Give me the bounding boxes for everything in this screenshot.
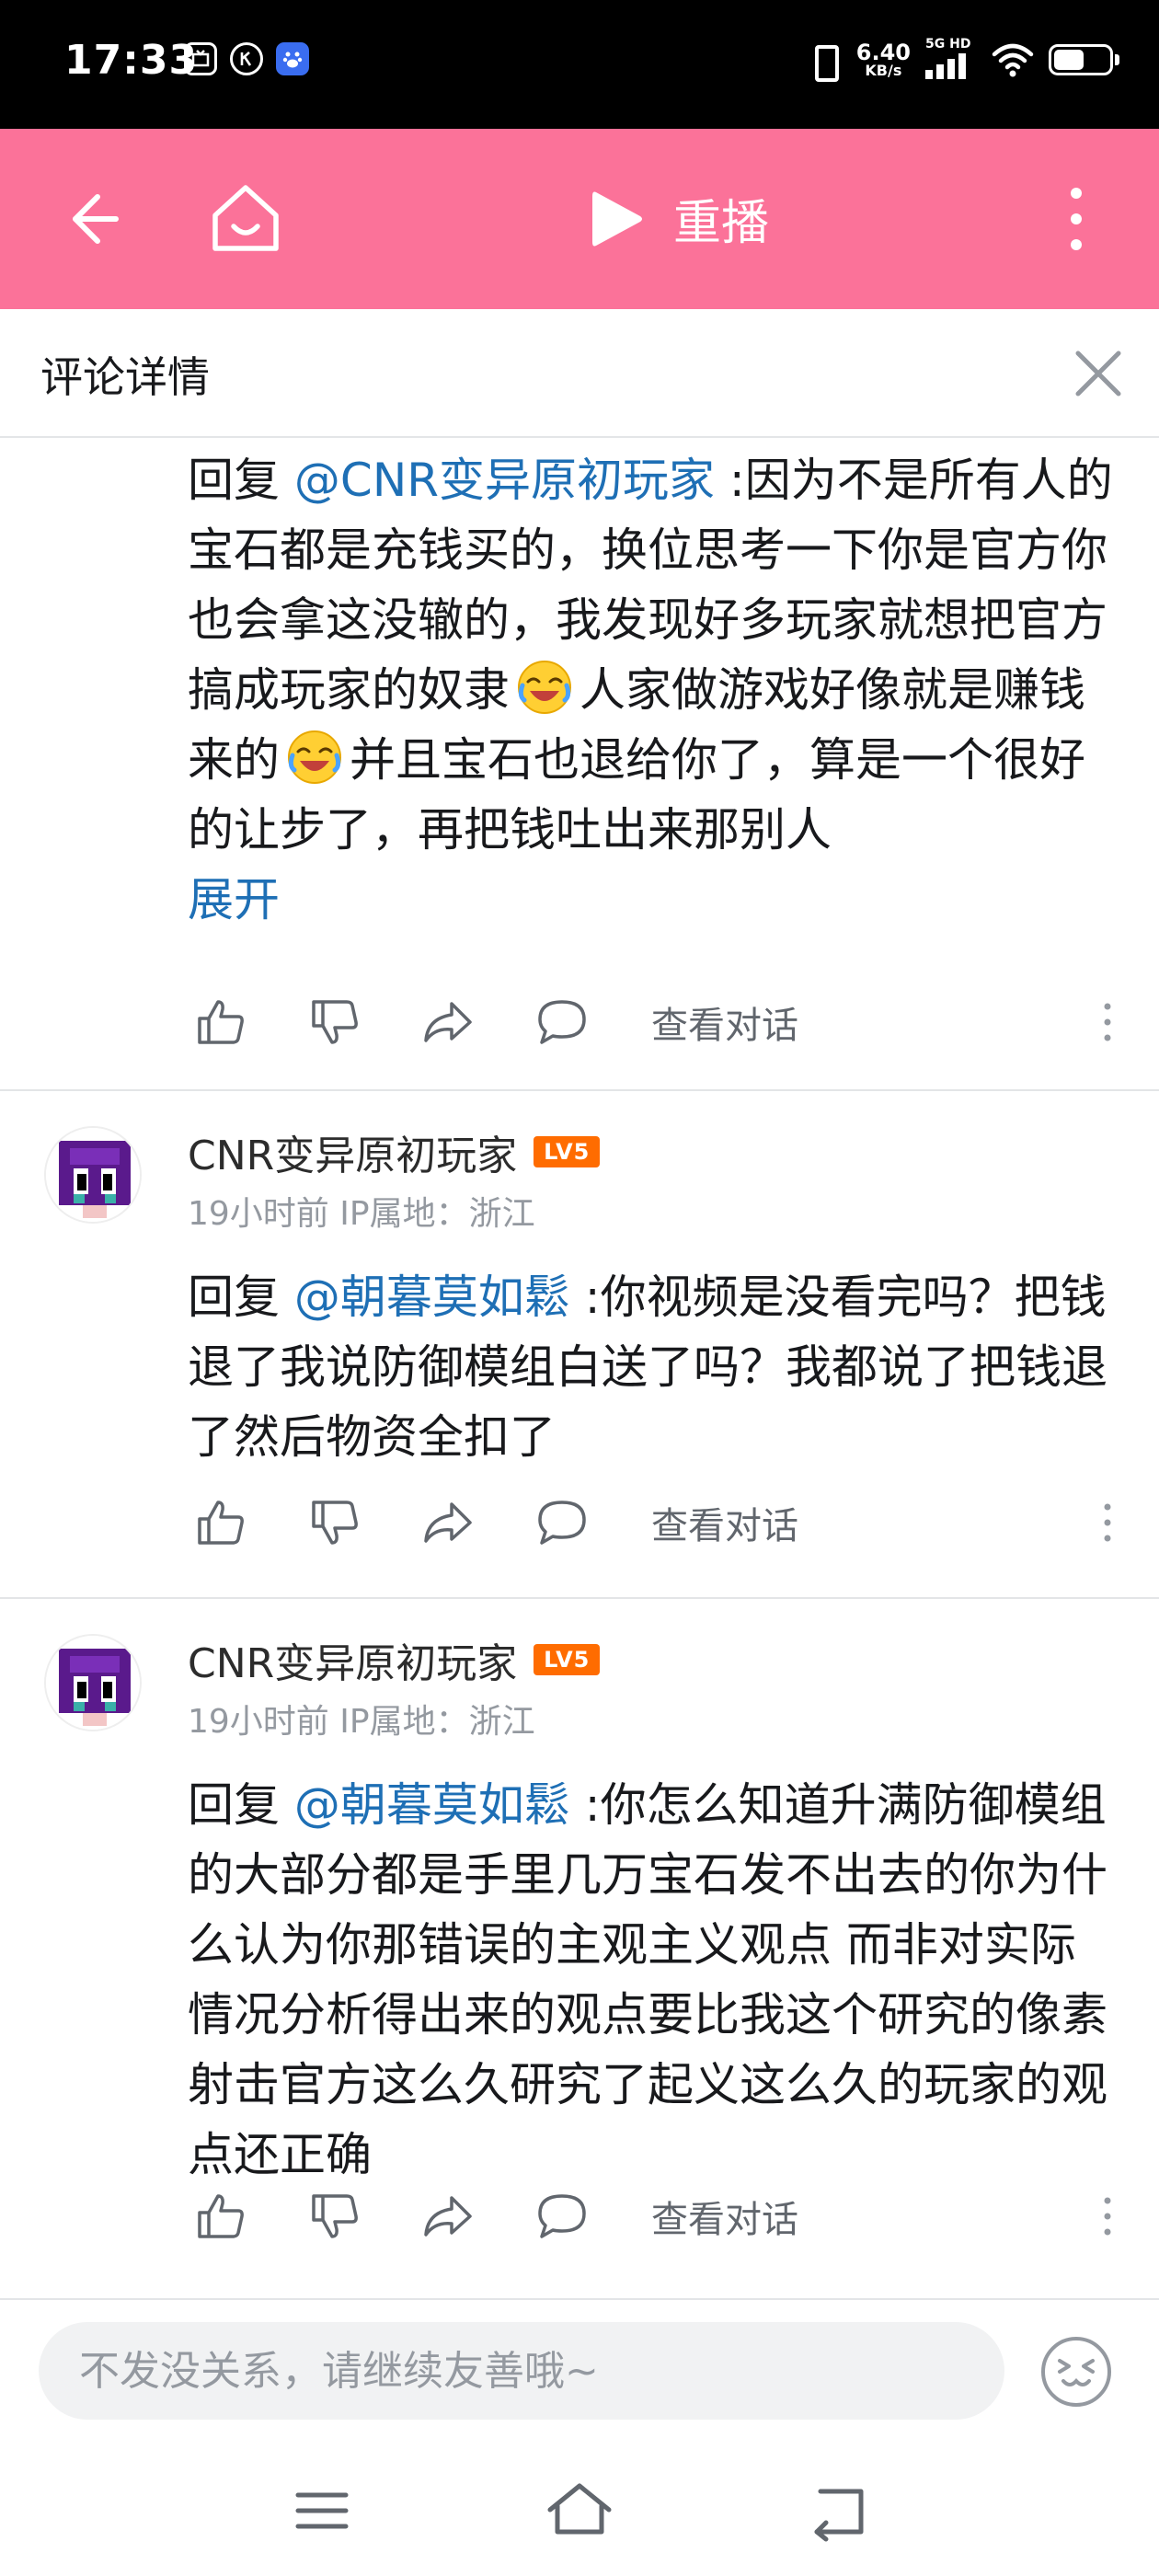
reply-prefix: 回复 (188, 1778, 294, 1832)
username[interactable]: CNR变异原初玩家 LV5 (188, 1630, 601, 1689)
net-speed-unit: KB/s (865, 62, 902, 79)
menu-icon[interactable] (285, 2478, 359, 2543)
status-notification-icons (184, 42, 309, 75)
home-icon[interactable] (204, 177, 287, 259)
vibrate-icon (805, 40, 842, 82)
reply-button[interactable] (530, 2184, 594, 2248)
status-bar: 17:33 6.40 KB/s 5G HD (0, 0, 1159, 129)
net-speed-value: 6.40 (855, 40, 911, 65)
emoji-picker-icon[interactable] (1038, 2333, 1115, 2410)
view-conversation-link[interactable]: 查看对话 (651, 1496, 798, 1549)
level-badge: LV5 (534, 1136, 601, 1167)
username[interactable]: CNR变异原初玩家 LV5 (188, 1122, 601, 1181)
status-time: 17:33 (64, 37, 199, 84)
chat-bubble-icon (538, 2194, 586, 2238)
chat-bubble-icon (538, 1501, 586, 1545)
avatar[interactable] (44, 1634, 142, 1731)
back-nav-icon[interactable] (800, 2478, 874, 2543)
comment-item: CNR变异原初玩家 LV5 19小时前 IP属地：浙江 回复 @朝暮莫如鬆 :你… (0, 1091, 1159, 1597)
k-icon (230, 42, 263, 75)
username-text: CNR变异原初玩家 (188, 1640, 518, 1687)
share-button[interactable] (416, 2184, 480, 2248)
system-nav-bar (0, 2442, 1159, 2576)
laughing-crying-emoji-icon (518, 661, 571, 714)
reply-button[interactable] (530, 990, 594, 1054)
dislike-button[interactable] (302, 2184, 366, 2248)
mention-link[interactable]: @朝暮莫如鬆 (294, 1271, 570, 1324)
mention-link[interactable]: @CNR变异原初玩家 (294, 454, 715, 507)
back-arrow-icon[interactable] (55, 182, 129, 256)
username-text: CNR变异原初玩家 (188, 1133, 518, 1179)
level-badge: LV5 (534, 1644, 601, 1675)
panel-title: 评论详情 (40, 352, 210, 402)
share-arrow-icon (424, 1002, 472, 1042)
signal-label: 5G HD (925, 37, 971, 52)
thumbs-down-icon (312, 1000, 358, 1044)
reply-input[interactable] (39, 2322, 1004, 2420)
status-right-group: 6.40 KB/s 5G HD (805, 37, 1119, 83)
video-top-bar: 重播 (0, 129, 1159, 309)
thumbs-up-icon (198, 1000, 244, 1044)
comment-content: 回复 @朝暮莫如鬆 :你视频是没看完吗？把钱退了我说防御模组白送了吗？我都说了把… (188, 1262, 1117, 1472)
reply-bar (0, 2298, 1159, 2442)
signal-icon: 5G HD (925, 37, 977, 83)
tv-icon (184, 42, 217, 75)
comment-content: 回复 @朝暮莫如鬆 :你怎么知道升满防御模组的大部分都是手里几万宝石发不出去的你… (188, 1770, 1117, 2190)
wifi-icon (992, 43, 1034, 77)
avatar[interactable] (44, 1126, 142, 1224)
share-button[interactable] (416, 1490, 480, 1555)
home-nav-icon[interactable] (543, 2478, 616, 2543)
more-vertical-icon[interactable] (1098, 1500, 1117, 1546)
chat-bubble-icon (538, 1000, 586, 1044)
battery-icon (1049, 44, 1119, 75)
share-arrow-icon (424, 2196, 472, 2237)
laughing-crying-emoji-icon (288, 730, 341, 784)
like-button[interactable] (188, 990, 252, 1054)
reply-button[interactable] (530, 1490, 594, 1555)
comment-content: 回复 @CNR变异原初玩家 :因为不是所有人的宝石都是充钱买的，换位思考一下你是… (188, 445, 1117, 935)
comment-text: :你怎么知道升满防御模组的大部分都是手里几万宝石发不出去的你为什么认为你那错误的… (188, 1778, 1107, 2181)
dislike-button[interactable] (302, 990, 366, 1054)
like-button[interactable] (188, 2184, 252, 2248)
net-speed: 6.40 KB/s (856, 41, 911, 78)
pixel-avatar-image (46, 1128, 140, 1222)
thumbs-up-icon (198, 2194, 244, 2238)
comment-actions: 查看对话 (188, 990, 1117, 1054)
thumbs-up-icon (198, 1501, 244, 1545)
mention-link[interactable]: @朝暮莫如鬆 (294, 1778, 570, 1832)
more-vertical-icon[interactable] (1049, 180, 1104, 258)
close-icon[interactable] (1065, 340, 1131, 407)
pixel-avatar-image (46, 1636, 140, 1730)
comment-meta: 19小时前 IP属地：浙江 (188, 1703, 535, 1741)
dislike-button[interactable] (302, 1490, 366, 1555)
more-vertical-icon[interactable] (1098, 999, 1117, 1045)
play-icon (592, 191, 642, 246)
thumbs-down-icon (312, 1501, 358, 1545)
share-arrow-icon (424, 1502, 472, 1543)
replay-button[interactable]: 重播 (589, 184, 769, 253)
comment-detail-header: 评论详情 (0, 309, 1159, 438)
like-button[interactable] (188, 1490, 252, 1555)
comment-item: 回复 @CNR变异原初玩家 :因为不是所有人的宝石都是充钱买的，换位思考一下你是… (0, 438, 1159, 1091)
more-vertical-icon[interactable] (1098, 2193, 1117, 2239)
thumbs-down-icon (312, 2194, 358, 2238)
reply-prefix: 回复 (188, 1271, 294, 1324)
reply-prefix: 回复 (188, 454, 294, 507)
replay-label: 重播 (673, 196, 770, 251)
view-conversation-link[interactable]: 查看对话 (651, 995, 798, 1049)
share-button[interactable] (416, 990, 480, 1054)
comment-actions: 查看对话 (188, 2184, 1117, 2248)
expand-link[interactable]: 展开 (188, 865, 1117, 935)
comment-item: CNR变异原初玩家 LV5 19小时前 IP属地：浙江 回复 @朝暮莫如鬆 :你… (0, 1599, 1159, 2298)
view-conversation-link[interactable]: 查看对话 (651, 2190, 798, 2243)
baidu-icon (276, 42, 309, 75)
comment-actions: 查看对话 (188, 1490, 1117, 1555)
comment-meta: 19小时前 IP属地：浙江 (188, 1195, 535, 1233)
